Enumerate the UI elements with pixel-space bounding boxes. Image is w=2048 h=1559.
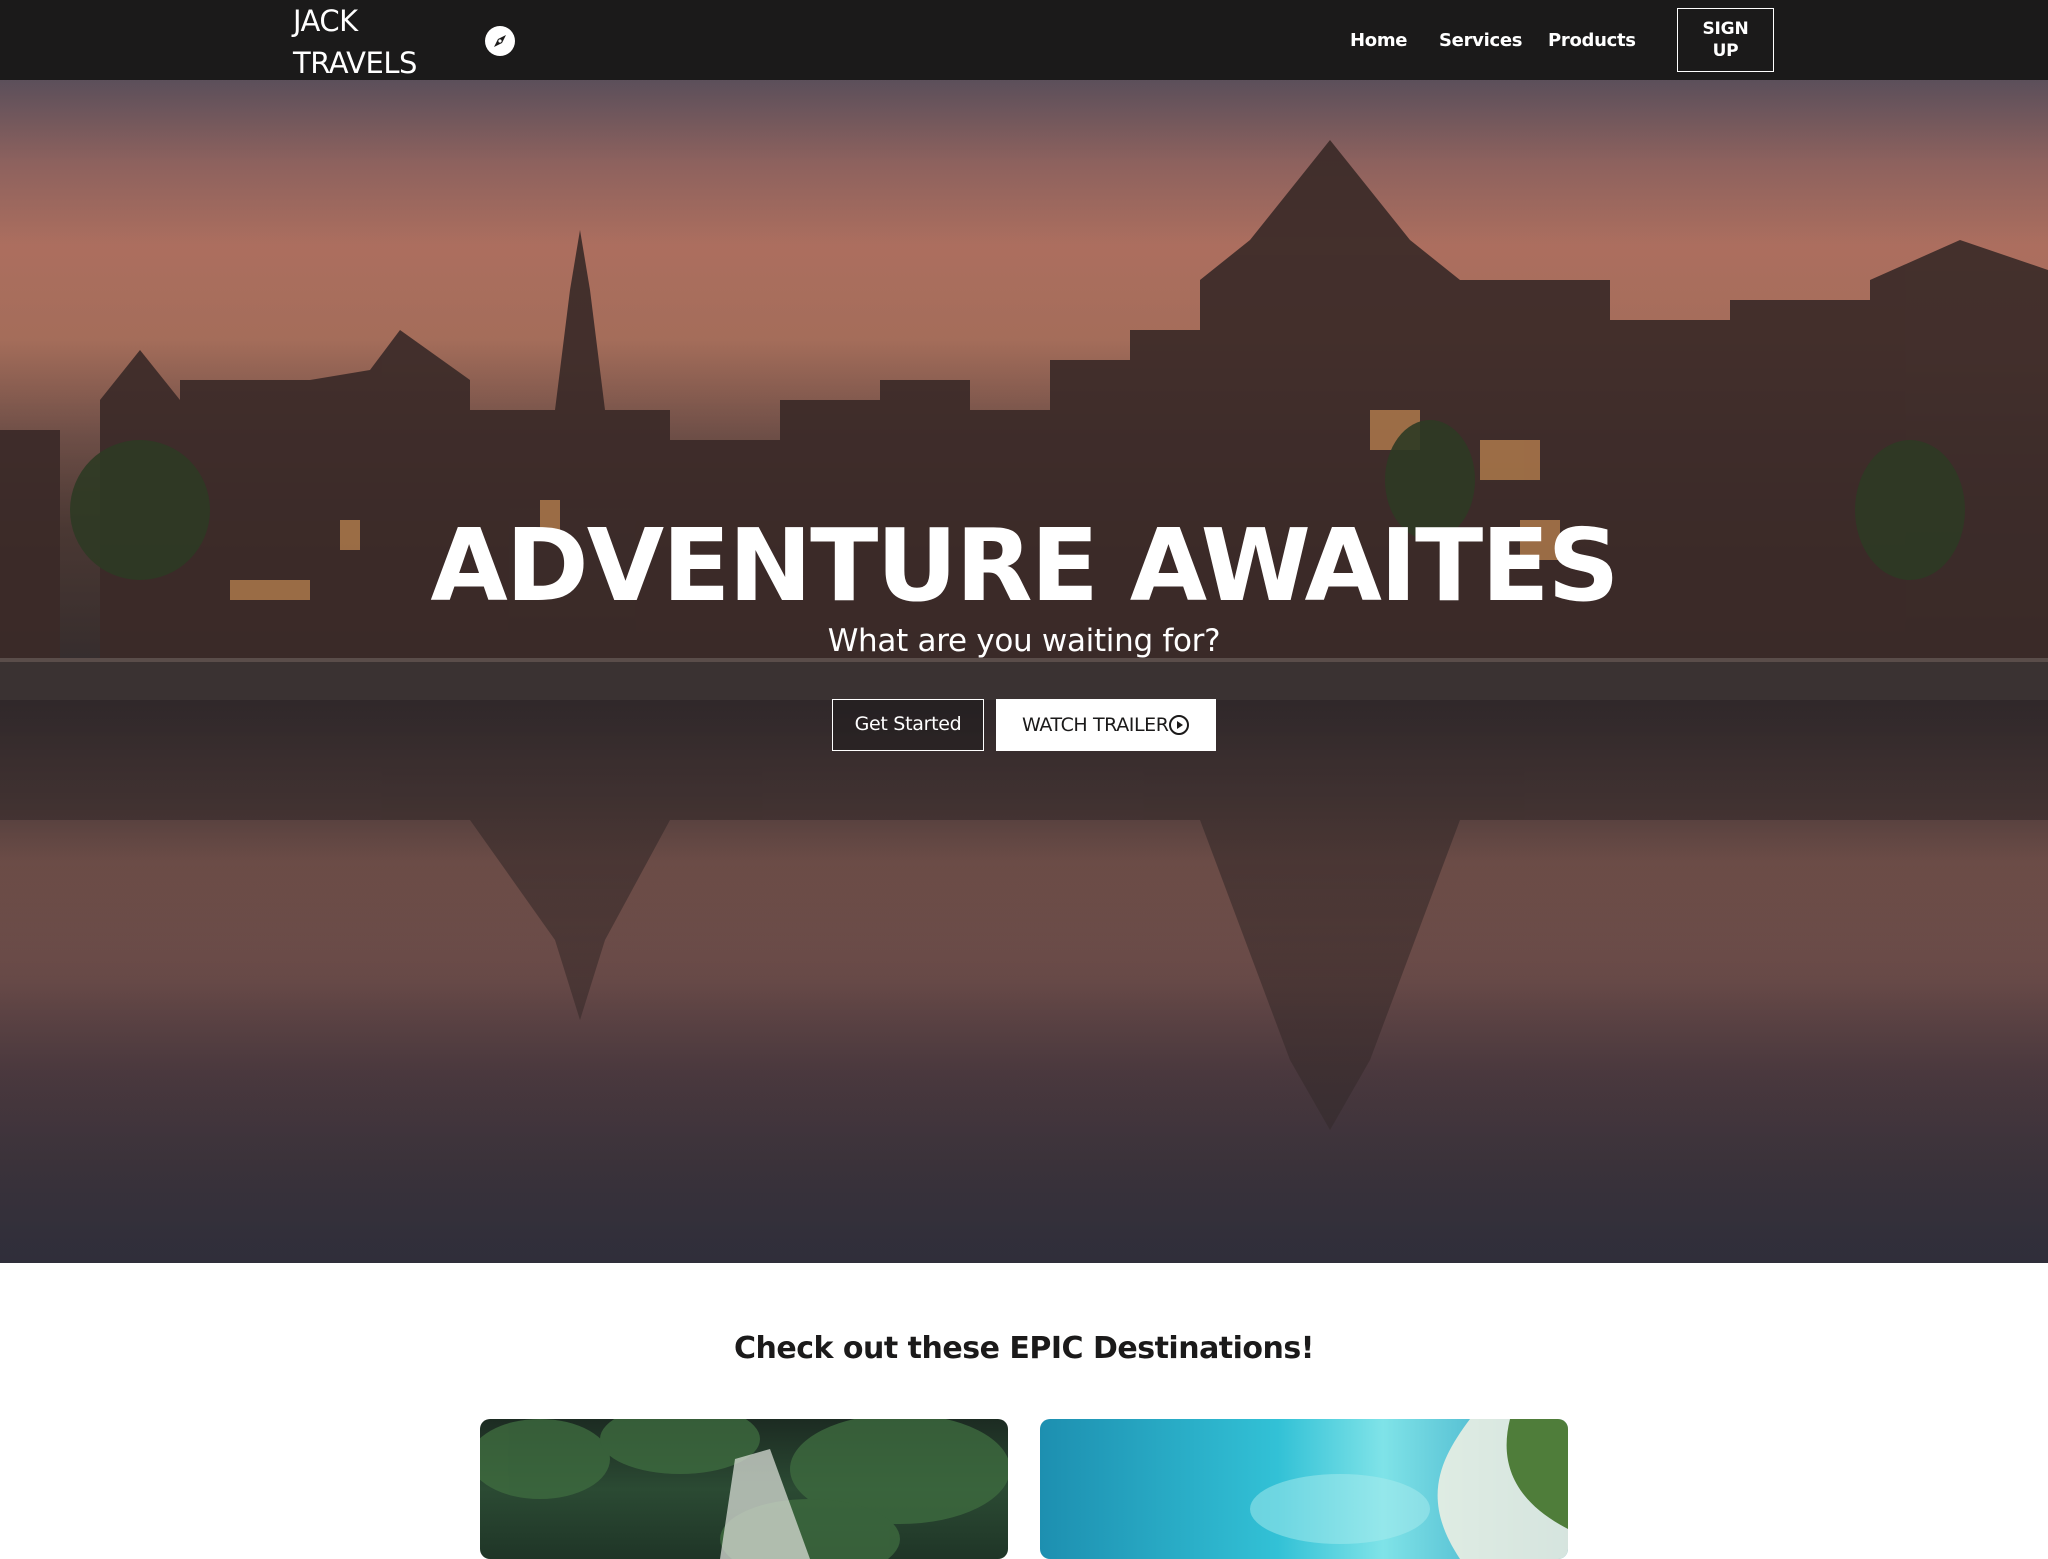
sign-up-button[interactable]: SIGN UP xyxy=(1677,8,1774,72)
waterfall-jungle-image xyxy=(480,1419,1008,1559)
compass-icon[interactable] xyxy=(484,25,516,57)
sign-up-label-line-2: UP xyxy=(1712,41,1739,61)
sign-up-label-line-1: SIGN xyxy=(1702,19,1749,39)
nav-link-services[interactable]: Services xyxy=(1439,28,1522,54)
logo-line-2: TRAVELS xyxy=(293,46,417,80)
destination-card-beach[interactable] xyxy=(1040,1419,1568,1559)
watch-trailer-button[interactable]: WATCH TRAILER xyxy=(996,699,1216,751)
nav-link-home[interactable]: Home xyxy=(1350,28,1408,54)
logo-link[interactable]: JACK TRAVELS xyxy=(293,0,453,84)
watch-trailer-label: WATCH TRAILER xyxy=(1022,714,1169,736)
navbar: JACK TRAVELS Home Services Products SIGN… xyxy=(0,0,2048,80)
nav-link-products[interactable]: Products xyxy=(1548,28,1636,54)
hero-subtitle: What are you waiting for? xyxy=(827,623,1221,659)
destinations-heading: Check out these EPIC Destinations! xyxy=(734,1331,1314,1366)
hero-title: ADVENTURE AWAITES xyxy=(430,507,1619,624)
hero-background-image xyxy=(0,80,2048,1263)
logo-line-1: JACK xyxy=(293,4,358,38)
play-circle-icon xyxy=(1169,715,1189,735)
hero-section: ADVENTURE AWAITES What are you waiting f… xyxy=(0,80,2048,1263)
destination-card-waterfall[interactable] xyxy=(480,1419,1008,1559)
tropical-beach-image xyxy=(1250,1419,1568,1559)
get-started-button[interactable]: Get Started xyxy=(832,699,984,751)
